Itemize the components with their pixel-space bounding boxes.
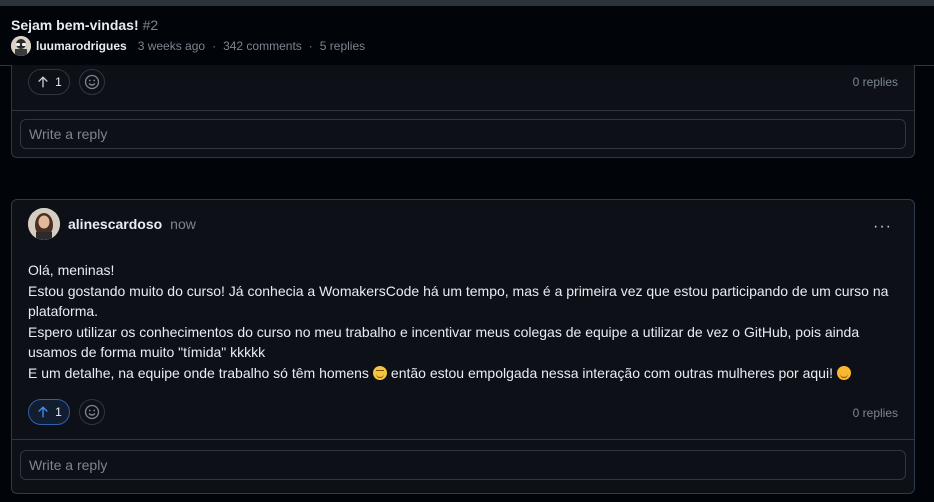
comment-line: E um detalhe, na equipe onde trabalho só… [28, 363, 898, 384]
replies-count[interactable]: 0 replies [853, 75, 898, 89]
discussion-meta: luumarodrigues 3 weeks ago · 342 comment… [11, 36, 365, 56]
upvote-count: 1 [55, 75, 62, 89]
comment-author[interactable]: alinescardoso [68, 216, 162, 232]
arrow-up-icon [38, 76, 48, 88]
discussion-time[interactable]: 3 weeks ago [138, 39, 205, 53]
comment-line: Olá, meninas! [28, 262, 115, 278]
reply-area: Write a reply [12, 440, 914, 493]
reply-area: Write a reply [12, 111, 914, 157]
avatar[interactable] [28, 208, 60, 240]
grin-emoji-icon [372, 365, 387, 380]
arrow-up-icon [38, 406, 48, 418]
comment-count: 342 comments [223, 39, 302, 53]
comment-card: alinescardoso now ··· Olá, meninas! Esto… [11, 199, 915, 494]
upvote-button[interactable]: 1 [28, 399, 70, 425]
reply-count: 5 replies [319, 39, 366, 53]
comment-text: então estou empolgada nessa interação co… [390, 364, 833, 381]
smiley-icon [84, 74, 100, 90]
avatar[interactable] [11, 36, 31, 56]
discussion-title: Sejam bem-vindas! #2 [11, 17, 158, 33]
discussion-number: #2 [142, 17, 159, 33]
meta-separator: · [212, 39, 217, 53]
previous-comment-card: 1 0 replies Write a reply [11, 65, 915, 158]
comment-actions: 1 [28, 69, 105, 95]
comment-text: E um detalhe, na equipe onde trabalho só… [28, 364, 369, 381]
upvote-count: 1 [55, 405, 62, 419]
discussion-header: Sejam bem-vindas! #2 luumarodrigues 3 wee… [0, 6, 934, 66]
upvote-button[interactable]: 1 [28, 69, 70, 95]
add-reaction-button[interactable] [79, 69, 105, 95]
more-options-button[interactable]: ··· [873, 218, 892, 236]
reply-input[interactable]: Write a reply [20, 119, 906, 149]
comment-header: alinescardoso now [28, 208, 196, 240]
comment-line: Estou gostando muito do curso! Já conhec… [28, 282, 889, 320]
replies-count[interactable]: 0 replies [853, 406, 898, 420]
discussion-author[interactable]: luumarodrigues [36, 39, 127, 53]
smiley-icon [84, 404, 100, 420]
smile-emoji-icon [836, 365, 851, 380]
title-text: Sejam bem-vindas! [11, 17, 139, 33]
comment-line: Espero utilizar os conhecimentos do curs… [28, 323, 860, 361]
comment-body: Olá, meninas! Estou gostando muito do cu… [28, 260, 898, 383]
meta-separator: · [308, 39, 313, 53]
add-reaction-button[interactable] [79, 399, 105, 425]
comment-actions: 1 [28, 399, 105, 425]
comment-time[interactable]: now [170, 216, 196, 232]
reply-input[interactable]: Write a reply [20, 450, 906, 480]
